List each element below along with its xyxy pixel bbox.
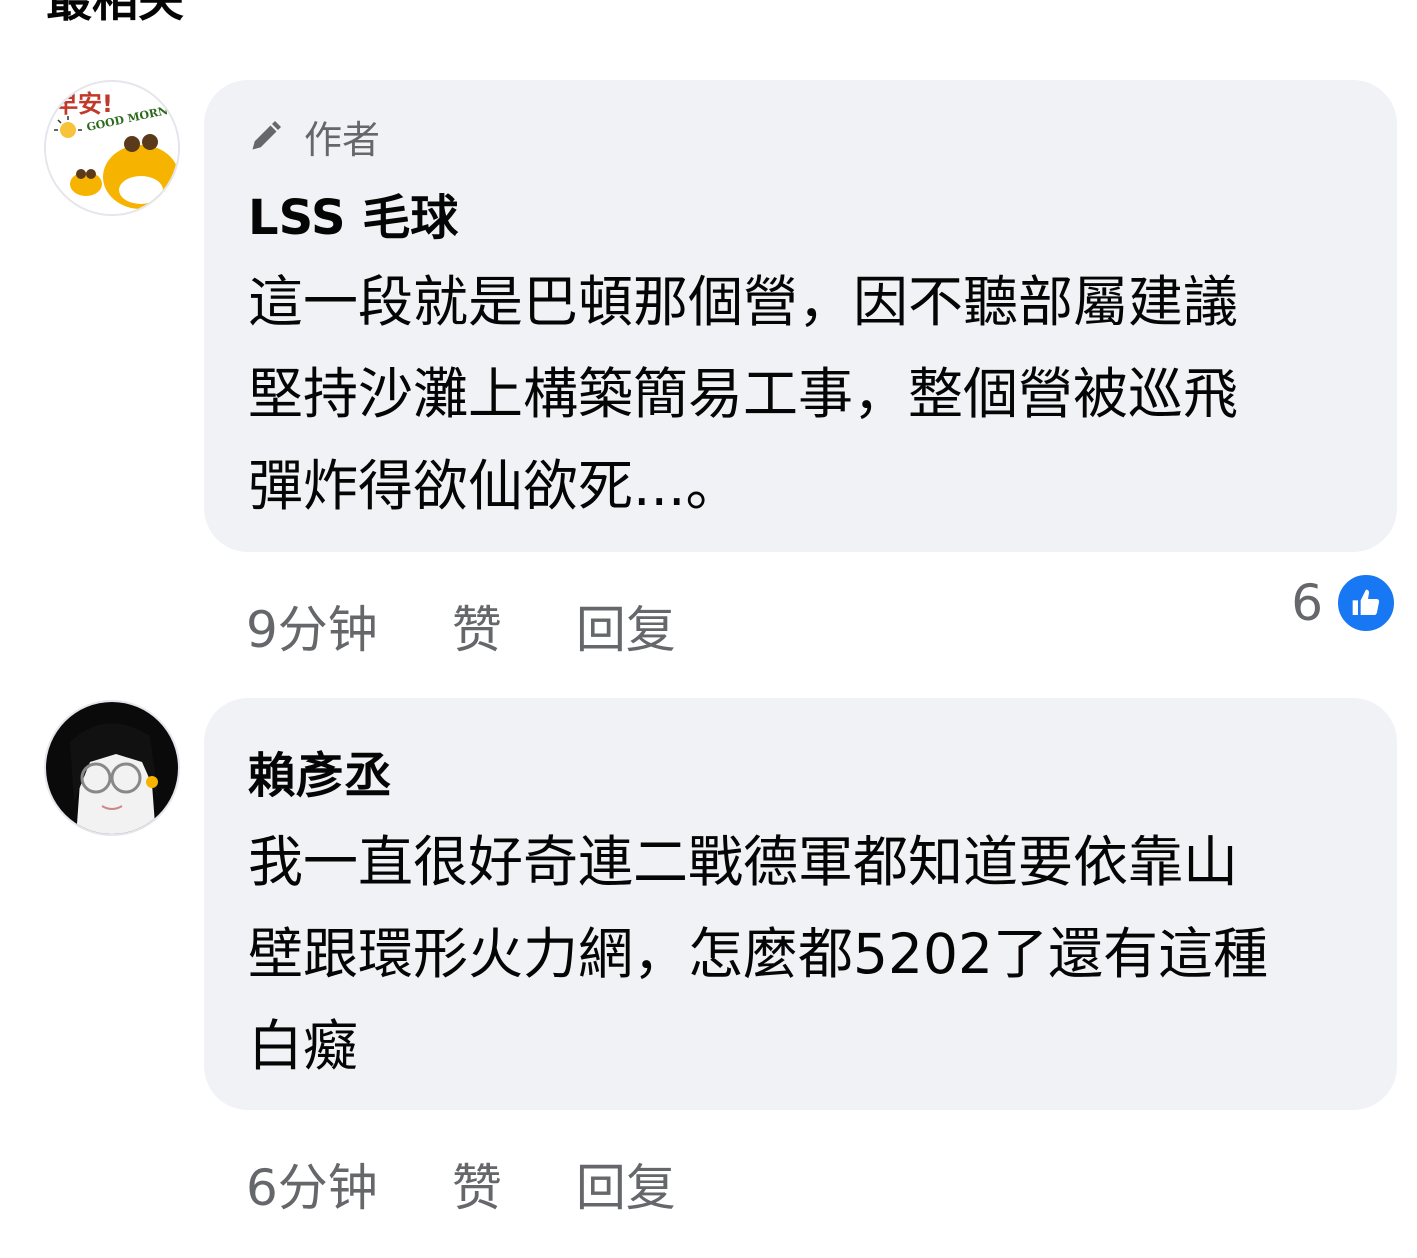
comment-text: 我一直很好奇連二戰德軍都知道要依靠山 壁跟環形火力網，怎麼都5202了還有這種 … — [248, 816, 1358, 1092]
comment-bubble: 賴彥丞 我一直很好奇連二戰德軍都知道要依靠山 壁跟環形火力網，怎麼都5202了還… — [204, 698, 1397, 1110]
comment-actions: 6分钟 赞 回复 — [246, 1148, 676, 1220]
thumbs-up-icon — [1335, 572, 1397, 634]
comment-text-line: 壁跟環形火力網，怎麼都5202了還有這種 — [248, 922, 1268, 986]
comment-actions: 9分钟 赞 回复 — [246, 590, 676, 662]
comment-text-line: 彈炸得欲仙欲死...。 — [248, 454, 741, 518]
reaction-count: 6 — [1291, 574, 1323, 632]
like-button[interactable]: 赞 — [452, 590, 502, 662]
comment-text-line: 這一段就是巴頓那個營，因不聽部屬建議 — [248, 270, 1239, 334]
section-title-partial: 最相关 — [46, 0, 184, 27]
comment-author[interactable]: 賴彥丞 — [248, 736, 392, 806]
avatar[interactable]: 早安! GOOD MORNIN — [44, 80, 180, 216]
author-badge: 作者 — [248, 108, 380, 164]
like-button[interactable]: 赞 — [452, 1148, 502, 1220]
comment-text-line: 我一直很好奇連二戰德軍都知道要依靠山 — [248, 830, 1239, 894]
author-badge-label: 作者 — [304, 117, 381, 162]
comment-bubble: 作者 LSS 毛球 這一段就是巴頓那個營，因不聽部屬建議 堅持沙灘上構築簡易工事… — [204, 80, 1397, 552]
comment-timestamp[interactable]: 9分钟 — [246, 590, 378, 662]
avatar-image-icon: 早安! GOOD MORNIN — [46, 82, 178, 214]
reply-button[interactable]: 回复 — [576, 1148, 676, 1220]
comment-timestamp[interactable]: 6分钟 — [246, 1148, 378, 1220]
pencil-icon — [252, 121, 281, 150]
reply-button[interactable]: 回复 — [576, 590, 676, 662]
comment-author[interactable]: LSS 毛球 — [248, 178, 458, 248]
avatar[interactable] — [44, 700, 180, 836]
comment-text: 這一段就是巴頓那個營，因不聽部屬建議 堅持沙灘上構築簡易工事，整個營被巡飛 彈炸… — [248, 256, 1358, 532]
comment-text-line: 堅持沙灘上構築簡易工事，整個營被巡飛 — [248, 362, 1239, 426]
comment-text-line: 白癡 — [248, 1014, 359, 1078]
reaction-summary[interactable]: 6 — [1291, 572, 1397, 634]
avatar-image-icon — [46, 702, 178, 834]
svg-text:早安!: 早安! — [54, 90, 113, 118]
